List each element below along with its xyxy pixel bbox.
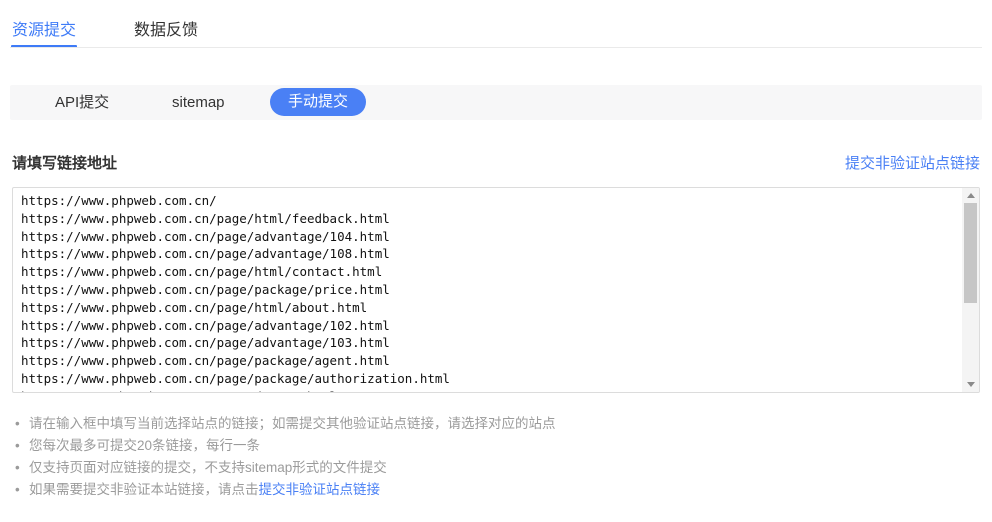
- tab-bar-divider: [10, 47, 982, 48]
- scroll-up-button[interactable]: [962, 188, 979, 203]
- scroll-down-icon: [967, 382, 975, 387]
- tab-data-feedback[interactable]: 数据反馈: [134, 16, 198, 40]
- tip-item: 您每次最多可提交20条链接，每行一条: [12, 435, 980, 457]
- alt-site-link-bottom[interactable]: 提交非验证站点链接: [259, 482, 381, 497]
- subtab-manual-submit[interactable]: 手动提交: [270, 88, 366, 116]
- tips-list: 请在输入框中填写当前选择站点的链接；如需提交其他验证站点链接，请选择对应的站点 …: [12, 413, 980, 501]
- tip-item: 仅支持页面对应链接的提交，不支持sitemap形式的文件提交: [12, 457, 980, 479]
- submit-page: 资源提交 数据反馈 API提交 sitemap 手动提交 请填写链接地址 提交非…: [0, 0, 992, 522]
- subtab-sitemap[interactable]: sitemap: [172, 85, 225, 120]
- url-input-box: https://www.phpweb.com.cn/ https://www.p…: [12, 187, 980, 393]
- top-tab-bar: 资源提交 数据反馈: [0, 0, 992, 48]
- tip-item: 如果需要提交非验证本站链接，请点击提交非验证站点链接: [12, 479, 980, 501]
- tip-last-prefix: 如果需要提交非验证本站链接，请点击: [29, 482, 259, 497]
- scroll-up-icon: [967, 193, 975, 198]
- scrollbar-thumb[interactable]: [964, 203, 977, 303]
- form-title: 请填写链接地址: [12, 152, 117, 173]
- scrollbar[interactable]: [962, 188, 979, 392]
- url-input[interactable]: https://www.phpweb.com.cn/ https://www.p…: [13, 188, 961, 392]
- scroll-down-button[interactable]: [962, 377, 979, 392]
- subtab-api-submit[interactable]: API提交: [55, 85, 109, 120]
- submit-mode-bar: API提交 sitemap 手动提交: [10, 85, 982, 120]
- tab-resource-submit[interactable]: 资源提交: [12, 16, 76, 40]
- alt-site-link-top[interactable]: 提交非验证站点链接: [845, 152, 980, 173]
- tip-item: 请在输入框中填写当前选择站点的链接；如需提交其他验证站点链接，请选择对应的站点: [12, 413, 980, 435]
